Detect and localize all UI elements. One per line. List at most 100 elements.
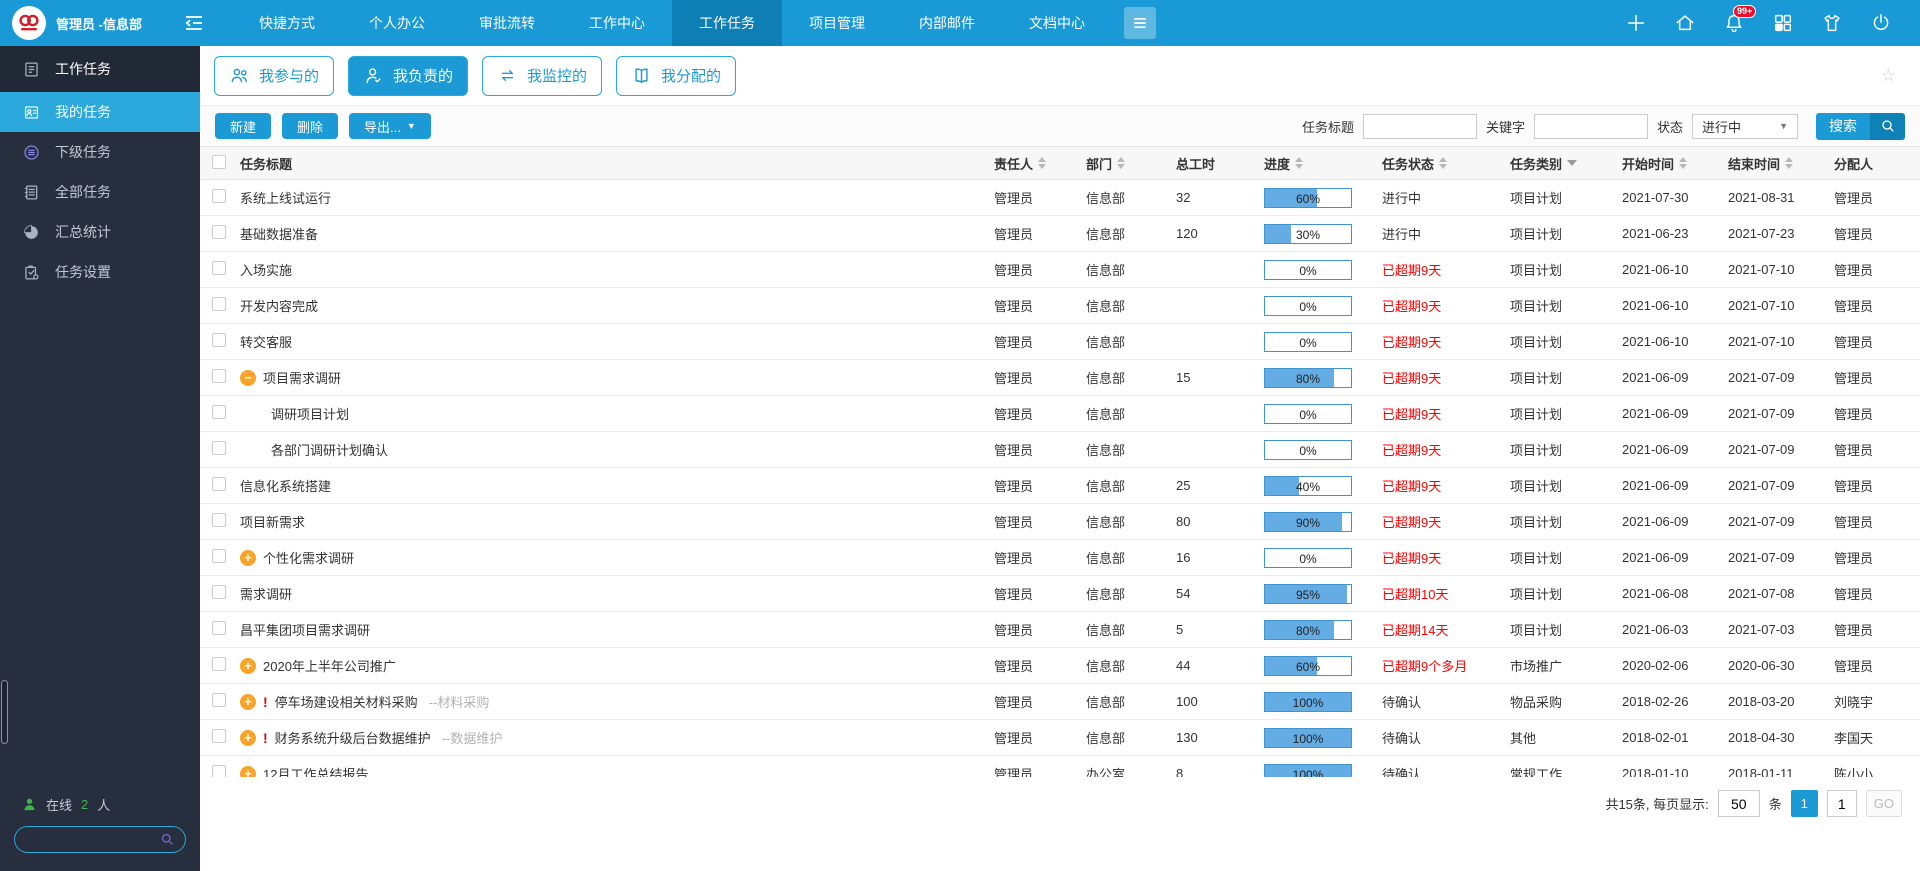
row-checkbox[interactable] (212, 405, 226, 419)
top-menu-item-2[interactable]: 个人办公 (342, 0, 452, 46)
hours-cell: 8 (1176, 766, 1184, 777)
keyword-filter-input[interactable] (1533, 113, 1648, 139)
tab-4[interactable]: 我分配的 (616, 55, 737, 96)
sidebar-item-1[interactable]: 我的任务 (0, 92, 200, 132)
top-menu-item-6[interactable]: 项目管理 (782, 0, 892, 46)
column-header-8[interactable]: 开始时间 (1622, 154, 1728, 173)
current-page-button[interactable]: 1 (1790, 790, 1818, 817)
row-checkbox[interactable] (212, 441, 226, 455)
row-checkbox[interactable] (212, 585, 226, 599)
tab-3[interactable]: 我监控的 (482, 55, 603, 96)
expand-icon[interactable]: + (240, 657, 256, 674)
status-filter-label: 状态 (1656, 119, 1683, 135)
row-checkbox[interactable] (212, 369, 226, 383)
progress-label: 0% (1299, 443, 1317, 458)
new-button[interactable]: 新建 (215, 113, 272, 139)
power-icon[interactable] (1870, 12, 1892, 34)
main-content: 我参与的 我负责的 我监控的 我分配的 ☆ 新建 删除 导出... ▼ 任务标题 关键字 状态… (200, 46, 1920, 871)
export-button[interactable]: 导出... ▼ (349, 113, 431, 139)
start-date-cell: 2018-02-26 (1622, 694, 1689, 709)
row-checkbox[interactable] (212, 513, 226, 527)
apps-grid-icon[interactable] (1772, 12, 1794, 34)
goto-page-input[interactable] (1826, 790, 1857, 817)
sidebar-item-5[interactable]: 任务设置 (0, 252, 200, 292)
app-logo[interactable] (12, 6, 46, 40)
top-menu-item-4[interactable]: 工作中心 (562, 0, 672, 46)
task-title[interactable]: 项目新需求 (240, 512, 305, 531)
delete-button[interactable]: 删除 (282, 113, 339, 139)
sidebar-item-label: 我的任务 (55, 104, 111, 120)
task-title[interactable]: 转交客服 (240, 332, 292, 351)
title-filter-input[interactable] (1362, 113, 1477, 139)
task-title[interactable]: 项目需求调研 (263, 368, 341, 387)
go-button[interactable]: GO (1865, 790, 1902, 817)
top-menu-item-8[interactable]: 文档中心 (1002, 0, 1112, 46)
sidebar-search-input[interactable] (25, 832, 160, 847)
sidebar-section-work-tasks[interactable]: 工作任务 (0, 46, 200, 92)
task-title[interactable]: 需求调研 (240, 584, 292, 603)
row-checkbox[interactable] (212, 621, 226, 635)
expand-icon[interactable]: + (240, 729, 256, 746)
expand-icon[interactable]: + (240, 549, 256, 566)
task-title[interactable]: 12月工作总结报告 (263, 764, 368, 777)
column-header-7[interactable]: 任务类别 (1510, 154, 1622, 173)
expand-icon[interactable]: + (240, 693, 256, 710)
home-icon[interactable] (1674, 12, 1696, 34)
favorite-star-icon[interactable]: ☆ (1881, 66, 1896, 86)
task-title[interactable]: 入场实施 (240, 260, 292, 279)
column-header-6[interactable]: 任务状态 (1382, 154, 1510, 173)
task-title[interactable]: 开发内容完成 (240, 296, 318, 315)
plus-icon[interactable] (1625, 12, 1647, 34)
tab-1[interactable]: 我参与的 (214, 55, 335, 96)
row-checkbox[interactable] (212, 261, 226, 275)
sidebar-search-icon[interactable] (160, 832, 175, 847)
column-header-5[interactable]: 进度 (1264, 154, 1382, 173)
row-checkbox[interactable] (212, 297, 226, 311)
column-header-3[interactable]: 部门 (1086, 154, 1176, 173)
notifications-bell-icon[interactable]: 99+ (1723, 5, 1757, 34)
top-menu-item-1[interactable]: 快捷方式 (232, 0, 342, 46)
sidebar-search-box (14, 826, 186, 853)
task-title[interactable]: 调研项目计划 (271, 404, 349, 423)
sidebar-scrollbar[interactable] (1, 680, 8, 744)
task-title[interactable]: 各部门调研计划确认 (271, 440, 388, 459)
sidebar-item-3[interactable]: 全部任务 (0, 172, 200, 212)
tab-label: 我分配的 (661, 68, 722, 85)
search-button[interactable]: 搜索 (1816, 112, 1905, 140)
menu-collapse-icon[interactable] (182, 11, 206, 35)
top-menu-item-3[interactable]: 审批流转 (452, 0, 562, 46)
row-checkbox[interactable] (212, 225, 226, 239)
row-checkbox[interactable] (212, 729, 226, 743)
row-checkbox[interactable] (212, 657, 226, 671)
page-size-input[interactable] (1717, 790, 1760, 817)
column-header-2[interactable]: 责任人 (994, 154, 1086, 173)
task-title[interactable]: 基础数据准备 (240, 224, 318, 243)
row-checkbox[interactable] (212, 333, 226, 347)
row-checkbox[interactable] (212, 549, 226, 563)
theme-shirt-icon[interactable] (1821, 12, 1843, 34)
column-label: 开始时间 (1622, 156, 1675, 172)
row-checkbox[interactable] (212, 477, 226, 491)
tab-2[interactable]: 我负责的 (348, 55, 469, 96)
task-title[interactable]: 2020年上半年公司推广 (263, 656, 396, 675)
row-checkbox[interactable] (212, 693, 226, 707)
sidebar-item-2[interactable]: 下级任务 (0, 132, 200, 172)
top-menu-item-7[interactable]: 内部邮件 (892, 0, 1002, 46)
task-title[interactable]: 系统上线试运行 (240, 188, 331, 207)
task-title[interactable]: 财务系统升级后台数据维护 (275, 728, 431, 747)
task-title[interactable]: 停车场建设相关材料采购 (275, 692, 418, 711)
owner-cell: 管理员 (994, 479, 1034, 494)
status-select[interactable]: 进行中 ▼ (1692, 113, 1798, 139)
hamburger-menu-icon[interactable] (1123, 7, 1156, 39)
collapse-icon[interactable]: − (240, 369, 256, 386)
row-checkbox[interactable] (212, 189, 226, 203)
task-title[interactable]: 信息化系统搭建 (240, 476, 331, 495)
task-title[interactable]: 昌平集团项目需求调研 (240, 620, 370, 639)
sidebar-item-4[interactable]: 汇总统计 (0, 212, 200, 252)
expand-icon[interactable]: + (240, 765, 256, 777)
task-title[interactable]: 个性化需求调研 (263, 548, 354, 567)
column-header-9[interactable]: 结束时间 (1728, 154, 1834, 173)
top-menu-item-5[interactable]: 工作任务 (671, 0, 782, 46)
select-all-checkbox[interactable] (212, 154, 226, 169)
row-checkbox[interactable] (212, 765, 226, 777)
